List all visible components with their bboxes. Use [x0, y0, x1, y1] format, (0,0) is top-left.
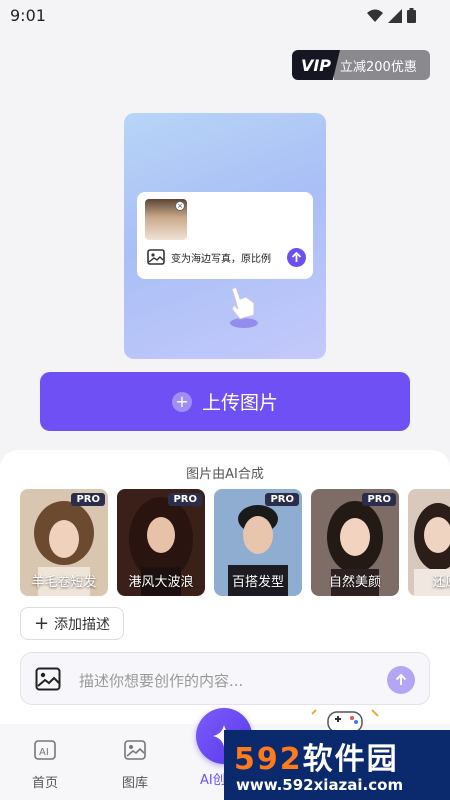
preview-prompt: 变为海边写真，原比例	[147, 249, 271, 265]
preview-send-icon	[287, 248, 306, 267]
style-label: 羊毛卷短发	[31, 575, 97, 590]
image-icon	[147, 249, 165, 265]
svg-text:AI: AI	[39, 747, 49, 758]
style-label: 百搭发型	[231, 575, 284, 590]
plus-icon: +	[33, 612, 50, 634]
style-card[interactable]: PRO 羊毛卷短发	[20, 489, 108, 596]
style-card[interactable]: PRO 百搭发型	[214, 489, 302, 596]
nav-item-gallery[interactable]: 图库	[100, 738, 170, 791]
arrow-up-icon	[395, 673, 407, 685]
preview-card: × 变为海边写真，原比例	[137, 192, 313, 279]
watermark-text: 软件园	[302, 742, 399, 777]
watermark-number: 592	[234, 742, 303, 777]
upload-image-label: 上传图片	[201, 392, 278, 414]
plus-icon: +	[171, 391, 192, 412]
close-icon: ×	[175, 201, 185, 211]
nav-item-home[interactable]: AI 首页	[10, 738, 80, 791]
pro-badge: PRO	[265, 493, 299, 506]
add-description-label: 添加描述	[54, 616, 111, 633]
send-button[interactable]	[387, 666, 415, 694]
site-watermark: 592软件园 www.592xiazai.com	[224, 730, 450, 800]
status-icons	[367, 8, 416, 23]
vip-badge: VIP	[292, 50, 340, 80]
pro-badge: PRO	[362, 493, 396, 506]
wifi-icon	[367, 9, 383, 22]
ai-home-icon: AI	[34, 740, 56, 760]
style-card[interactable]: 还原年	[408, 489, 450, 596]
vip-promo-banner[interactable]: VIP 立减200优惠	[292, 50, 430, 80]
ai-generated-note: 图片由AI合成	[186, 467, 264, 482]
battery-icon	[407, 8, 416, 23]
prompt-input[interactable]: 描述你想要创作的内容...	[20, 652, 430, 705]
style-label: 自然美颜	[328, 575, 381, 590]
pro-badge: PRO	[168, 493, 202, 506]
style-card[interactable]: PRO 自然美颜	[311, 489, 399, 596]
nav-gallery-label: 图库	[121, 776, 148, 791]
pro-badge: PRO	[71, 493, 105, 506]
image-icon[interactable]	[35, 667, 61, 691]
example-preview: × 变为海边写真，原比例	[124, 113, 326, 359]
style-label: 港风大波浪	[128, 575, 194, 590]
gallery-icon	[124, 740, 146, 760]
pointing-hand-icon	[230, 286, 258, 328]
upload-image-button[interactable]: + 上传图片	[40, 372, 410, 431]
add-description-button[interactable]: + 添加描述	[20, 607, 124, 640]
style-card[interactable]: PRO 港风大波浪	[117, 489, 205, 596]
prompt-placeholder: 描述你想要创作的内容...	[79, 672, 244, 690]
signal-icon	[388, 8, 402, 23]
preview-prompt-text: 变为海边写真，原比例	[171, 253, 271, 265]
status-time: 9:01	[10, 6, 46, 25]
style-label: 还原年	[432, 575, 450, 590]
style-carousel[interactable]: PRO 羊毛卷短发 PRO 港风大波浪 PRO 百搭发型 PRO 自然美颜 还原…	[20, 489, 450, 597]
status-bar: 9:01	[0, 0, 450, 32]
vip-promo-text: 立减200优惠	[334, 50, 430, 80]
nav-home-label: 首页	[31, 776, 58, 791]
watermark-url: www.592xiazai.com	[236, 776, 404, 794]
watermark-brand: 592软件园	[234, 734, 399, 778]
